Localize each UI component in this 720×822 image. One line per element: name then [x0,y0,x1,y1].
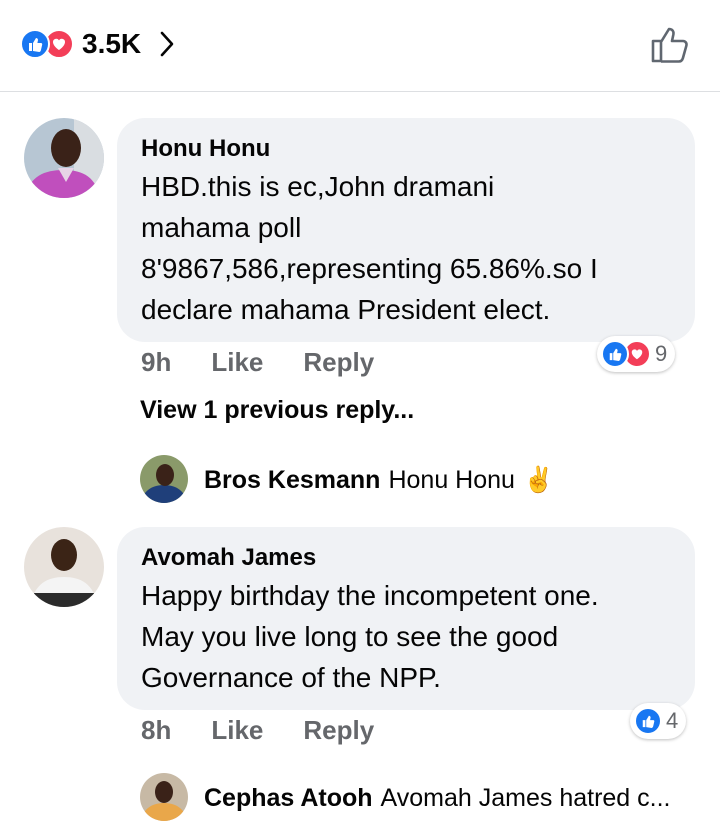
reply-text: Honu Honu [388,465,515,494]
like-icon [20,29,50,59]
comment-line: declare mahama President elect. [141,294,551,325]
comment-reactions-badge[interactable]: 4 [630,703,687,739]
comment-line: HBD.this is ec,John dramani [141,171,495,202]
comment-time[interactable]: 9h [141,347,171,378]
comment-actions: 9h Like Reply [141,347,374,378]
reply-link[interactable]: Reply [303,715,374,746]
reply-link[interactable]: Reply [303,347,374,378]
view-previous-replies-link[interactable]: View 1 previous reply... [140,396,414,425]
like-icon [634,707,662,735]
comment-line: May you live long to see the good [141,621,559,652]
reactions-header: 3.5K [0,0,720,92]
like-icon [601,340,629,368]
comment-bubble: Avomah James Happy birthday the incompet… [117,527,695,710]
comment-reactions-badge[interactable]: 9 [597,336,676,372]
avatar[interactable] [24,118,104,198]
reactions-summary[interactable]: 3.5K [20,24,175,64]
reply-author[interactable]: Cephas Atooh [204,784,373,813]
avatar[interactable] [140,773,188,821]
like-link[interactable]: Like [211,347,263,378]
reaction-count: 4 [666,708,679,733]
comment-line: 8'9867,586,representing 65.86%.so I [141,253,598,284]
reply-author[interactable]: Bros Kesmann [204,466,380,495]
chevron-right-icon[interactable] [159,31,175,57]
avatar[interactable] [24,527,104,607]
avatar[interactable] [140,455,188,503]
comment-actions: 8h Like Reply [141,715,374,746]
comment-line: Governance of the NPP. [141,662,441,693]
reply-row: Cephas Atooh Avomah James hatred c... [204,780,671,816]
reaction-count: 9 [655,341,668,366]
comment-line: mahama poll [141,212,302,243]
comment-bubble: Honu Honu HBD.this is ec,John dramani ma… [117,118,695,342]
comment-text: HBD.this is ec,John dramani mahama poll … [141,166,671,330]
thumbs-up-outline-icon[interactable] [648,22,692,66]
comment-author[interactable]: Avomah James [141,541,671,575]
comment-author[interactable]: Honu Honu [141,132,671,166]
like-link[interactable]: Like [211,715,263,746]
victory-hand-emoji: ✌️ [522,465,555,494]
reply-row: Bros Kesmann Honu Honu ✌️ [204,462,554,498]
comment-time[interactable]: 8h [141,715,171,746]
comment-text: Happy birthday the incompetent one. May … [141,575,671,698]
reply-text: Avomah James hatred c... [380,783,671,812]
comment-line: Happy birthday the incompetent one. [141,580,599,611]
reaction-count: 3.5K [82,28,142,59]
